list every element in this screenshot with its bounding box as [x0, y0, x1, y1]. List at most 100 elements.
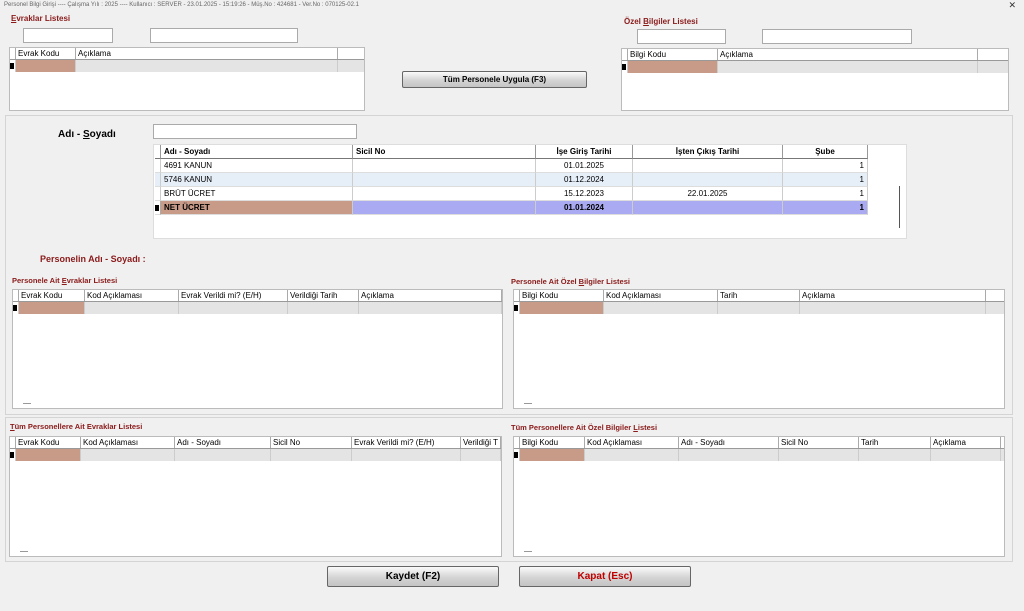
- table-cell[interactable]: [633, 201, 783, 215]
- column-header[interactable]: Evrak Kodu: [19, 290, 85, 301]
- adsoyad-search-input[interactable]: [153, 124, 357, 139]
- bilgi-desc-filter-input[interactable]: [762, 29, 912, 44]
- table-cell[interactable]: [679, 449, 779, 461]
- column-header[interactable]: Açıklama: [359, 290, 502, 301]
- table-cell[interactable]: [353, 159, 536, 173]
- column-header[interactable]: Bilgi Kodu: [520, 290, 604, 301]
- table-cell[interactable]: 01.01.2025: [536, 159, 633, 173]
- table-cell[interactable]: BRÜT ÜCRET: [161, 187, 353, 201]
- column-header[interactable]: Evrak Kodu: [16, 48, 76, 59]
- column-header[interactable]: Açıklama: [931, 437, 1001, 448]
- table-cell[interactable]: 22.01.2025: [633, 187, 783, 201]
- table-row[interactable]: [514, 302, 1004, 314]
- column-header[interactable]: Sicil No: [353, 145, 536, 159]
- column-header[interactable]: Sicil No: [779, 437, 859, 448]
- table-row[interactable]: [10, 60, 364, 72]
- column-header[interactable]: Evrak Verildi mi? (E/H): [352, 437, 461, 448]
- evrak-desc-filter-input[interactable]: [150, 28, 298, 43]
- all-evraklar-grid[interactable]: Evrak Kodu Kod Açıklaması Adı - Soyadı S…: [9, 436, 502, 557]
- table-cell[interactable]: [779, 449, 859, 461]
- column-header[interactable]: Tarih: [718, 290, 800, 301]
- table-cell[interactable]: [19, 302, 85, 314]
- table-cell[interactable]: [859, 449, 931, 461]
- table-cell[interactable]: [633, 173, 783, 187]
- table-cell[interactable]: 15.12.2023: [536, 187, 633, 201]
- all-ozel-grid[interactable]: Bilgi Kodu Kod Açıklaması Adı - Soyadı S…: [513, 436, 1005, 557]
- table-cell[interactable]: [271, 449, 352, 461]
- table-cell[interactable]: [628, 61, 718, 73]
- table-cell[interactable]: [353, 201, 536, 215]
- table-cell[interactable]: 5746 KANUN: [161, 173, 353, 187]
- personnel-evraklar-grid[interactable]: Evrak Kodu Kod Açıklaması Evrak Verildi …: [12, 289, 503, 409]
- table-row[interactable]: 5746 KANUN 01.12.2024 1: [155, 173, 868, 187]
- scrollbar[interactable]: [899, 186, 900, 228]
- table-cell[interactable]: [16, 449, 81, 461]
- table-cell[interactable]: 01.12.2024: [536, 173, 633, 187]
- table-cell[interactable]: 4691 KANUN: [161, 159, 353, 173]
- table-row[interactable]: [13, 302, 502, 314]
- column-header[interactable]: Açıklama: [76, 48, 338, 59]
- table-cell[interactable]: [718, 61, 978, 73]
- column-header[interactable]: Evrak Kodu: [16, 437, 81, 448]
- table-row[interactable]: [622, 61, 1008, 73]
- table-cell[interactable]: [718, 302, 800, 314]
- table-cell[interactable]: [288, 302, 359, 314]
- column-header[interactable]: Şube: [783, 145, 868, 159]
- table-cell[interactable]: [353, 187, 536, 201]
- column-header[interactable]: Verildiği T: [461, 437, 501, 448]
- column-header[interactable]: Adı - Soyadı: [161, 145, 353, 159]
- column-header[interactable]: Tarih: [859, 437, 931, 448]
- table-cell[interactable]: NET ÜCRET: [161, 201, 353, 215]
- column-header[interactable]: İşten Çıkış Tarihi: [633, 145, 783, 159]
- table-cell[interactable]: [352, 449, 461, 461]
- column-header[interactable]: İşe Giriş Tarihi: [536, 145, 633, 159]
- column-header[interactable]: Bilgi Kodu: [520, 437, 585, 448]
- table-cell[interactable]: 1: [783, 173, 868, 187]
- evrak-code-filter-input[interactable]: [23, 28, 113, 43]
- column-header[interactable]: Adı - Soyadı: [175, 437, 271, 448]
- table-row[interactable]: [10, 449, 501, 461]
- table-cell[interactable]: 1: [783, 187, 868, 201]
- table-cell[interactable]: [16, 60, 76, 72]
- close-icon[interactable]: ✕: [1008, 0, 1016, 11]
- table-cell[interactable]: [353, 173, 536, 187]
- column-header[interactable]: Kod Açıklaması: [604, 290, 718, 301]
- table-cell[interactable]: [800, 302, 986, 314]
- table-cell[interactable]: 01.01.2024: [536, 201, 633, 215]
- table-row[interactable]: BRÜT ÜCRET 15.12.2023 22.01.2025 1: [155, 187, 868, 201]
- column-header[interactable]: Açıklama: [800, 290, 986, 301]
- table-cell[interactable]: [585, 449, 679, 461]
- ozel-bilgiler-grid[interactable]: Bilgi Kodu Açıklama: [621, 48, 1009, 111]
- table-row-selected[interactable]: NET ÜCRET 01.01.2024 1: [155, 201, 868, 215]
- column-header[interactable]: Evrak Verildi mi? (E/H): [179, 290, 288, 301]
- table-cell[interactable]: 1: [783, 201, 868, 215]
- table-cell[interactable]: [359, 302, 502, 314]
- column-header[interactable]: Kod Açıklaması: [81, 437, 175, 448]
- table-row[interactable]: [514, 449, 1004, 461]
- close-button[interactable]: Kapat (Esc): [519, 566, 691, 587]
- table-cell[interactable]: [461, 449, 501, 461]
- apply-all-personnel-button[interactable]: Tüm Personele Uygula (F3): [402, 71, 587, 88]
- personnel-ozel-grid[interactable]: Bilgi Kodu Kod Açıklaması Tarih Açıklama: [513, 289, 1005, 409]
- table-cell[interactable]: [604, 302, 718, 314]
- table-row[interactable]: 4691 KANUN 01.01.2025 1: [155, 159, 868, 173]
- column-header[interactable]: Bilgi Kodu: [628, 49, 718, 60]
- save-button[interactable]: Kaydet (F2): [327, 566, 499, 587]
- table-cell[interactable]: [175, 449, 271, 461]
- column-header[interactable]: Sicil No: [271, 437, 352, 448]
- table-cell[interactable]: [931, 449, 1001, 461]
- table-cell[interactable]: [76, 60, 338, 72]
- table-cell[interactable]: [520, 302, 604, 314]
- column-header[interactable]: Adı - Soyadı: [679, 437, 779, 448]
- table-cell[interactable]: [85, 302, 179, 314]
- table-cell[interactable]: [520, 449, 585, 461]
- column-header[interactable]: Kod Açıklaması: [585, 437, 679, 448]
- column-header[interactable]: Verildiği Tarih: [288, 290, 359, 301]
- table-cell[interactable]: [179, 302, 288, 314]
- table-cell[interactable]: 1: [783, 159, 868, 173]
- table-cell[interactable]: [633, 159, 783, 173]
- column-header[interactable]: Açıklama: [718, 49, 978, 60]
- bilgi-code-filter-input[interactable]: [637, 29, 726, 44]
- evraklar-grid[interactable]: Evrak Kodu Açıklama: [9, 47, 365, 111]
- table-cell[interactable]: [81, 449, 175, 461]
